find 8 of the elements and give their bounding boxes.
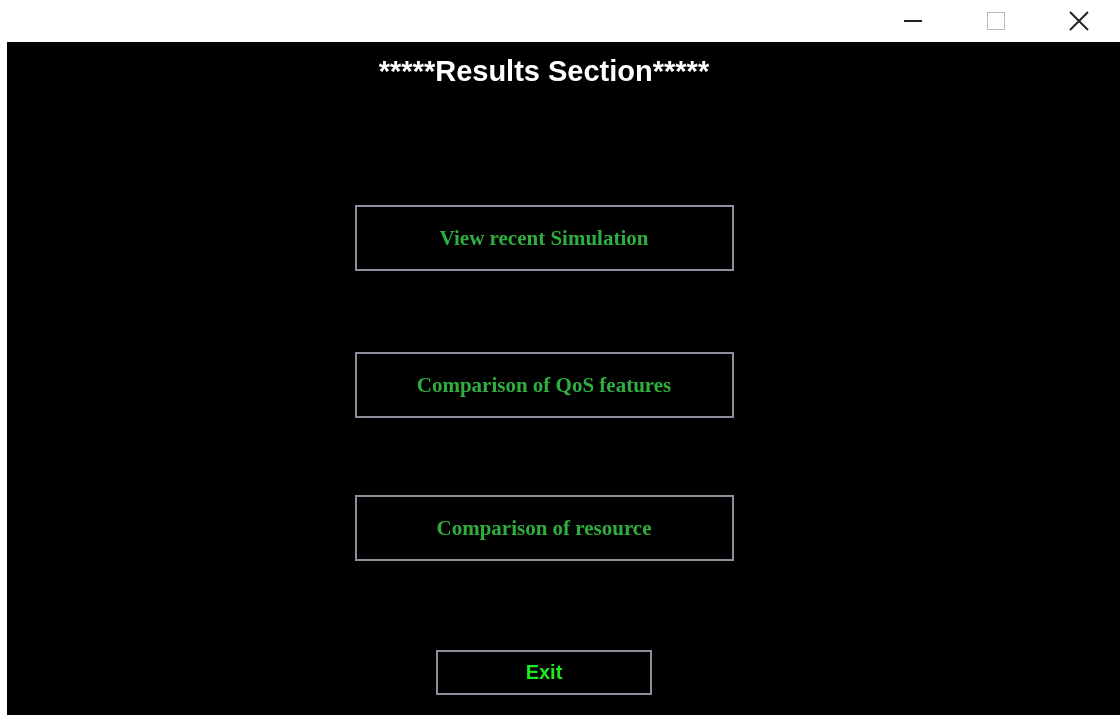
exit-button[interactable]: Exit bbox=[436, 650, 652, 695]
section-title: *****Results Section***** bbox=[378, 54, 710, 88]
option-button[interactable]: Comparison of QoS features bbox=[354, 352, 734, 418]
maximize-icon bbox=[986, 12, 1005, 30]
option-button[interactable]: Comparison of resource bbox=[354, 495, 734, 561]
close-icon bbox=[1068, 11, 1089, 31]
minimize-icon bbox=[903, 20, 922, 22]
option-button[interactable]: View recent Simulation bbox=[354, 205, 734, 271]
